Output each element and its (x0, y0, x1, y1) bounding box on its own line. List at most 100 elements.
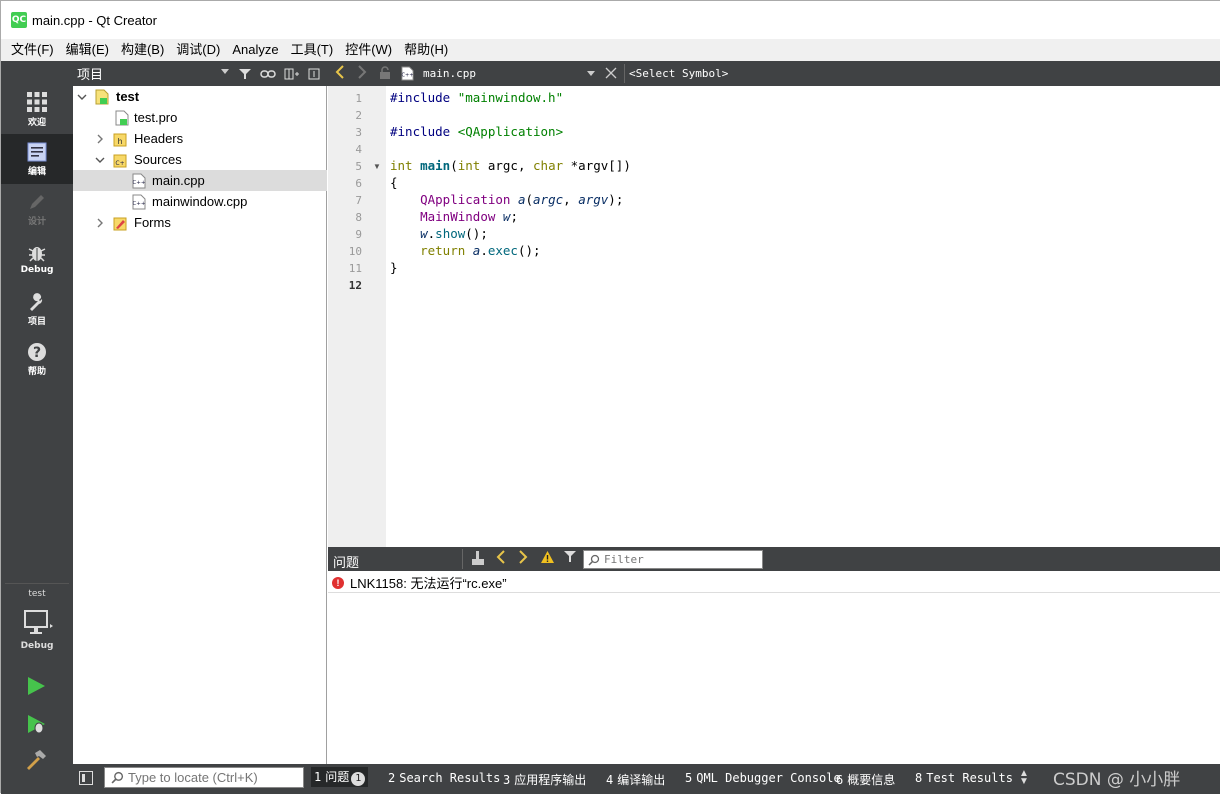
build-button[interactable] (25, 749, 47, 774)
line-number-gutter: 1 2 3 4 5 ▼ 6 7 8 9 10 11 12 (328, 86, 386, 547)
mode-edit[interactable]: 编辑 (1, 134, 73, 184)
line-number: 11 (348, 262, 362, 275)
line-number: 8 (355, 211, 362, 224)
kit-project-name: test (28, 589, 46, 599)
menu-tools[interactable]: 工具(T) (285, 39, 340, 61)
tab-number: 8 (915, 771, 923, 785)
tree-item-label: Sources (134, 152, 182, 167)
tree-item-mainwindow-cpp[interactable]: C++ mainwindow.cpp (73, 191, 327, 212)
error-icon: ! (332, 576, 344, 589)
locator-input[interactable] (128, 770, 298, 785)
line-number: 7 (355, 194, 362, 207)
tree-item-label: test (116, 89, 140, 104)
tree-item-main-cpp[interactable]: C++ main.cpp (73, 170, 327, 191)
menu-analyze[interactable]: Analyze (226, 39, 284, 61)
output-tab-test-results[interactable]: 8 Test Results (915, 771, 1013, 785)
issues-filter-input[interactable] (604, 553, 754, 566)
debug-run-button[interactable] (25, 713, 47, 738)
output-tab-qml-debugger-console[interactable]: 5 QML Debugger Console (685, 771, 841, 785)
code-line-5: int main(int argc, char *argv[]) (390, 158, 631, 173)
header-folder-icon: h (113, 131, 127, 147)
output-tab-search-results[interactable]: 2 Search Results (388, 771, 500, 785)
tree-item-label: Headers (134, 131, 184, 146)
tree-item-forms[interactable]: Forms (73, 212, 327, 233)
wrench-icon (30, 292, 43, 311)
kit-build-config: Debug (20, 641, 54, 651)
menu-file[interactable]: 文件(F) (5, 39, 60, 61)
tree-item-sources[interactable]: C+ Sources (73, 149, 327, 170)
mode-label: 帮助 (27, 366, 46, 377)
menu-build[interactable]: 构建(B) (115, 39, 170, 61)
chevron-right-icon[interactable] (94, 217, 106, 229)
mode-welcome[interactable]: 欢迎 (1, 84, 73, 134)
forward-arrow-icon[interactable] (357, 65, 367, 83)
pro-file-icon (115, 110, 129, 126)
menu-edit[interactable]: 编辑(E) (60, 39, 115, 61)
tab-number: 5 (685, 771, 693, 785)
svg-text:C+: C+ (115, 160, 124, 167)
code-editor[interactable]: #include "mainwindow.h" #include <QAppli… (386, 86, 1220, 547)
symbol-selector[interactable]: <Select Symbol> (629, 67, 728, 80)
output-tab-application-output[interactable]: 3 应用程序输出 (503, 771, 586, 788)
tree-item-test[interactable]: test (73, 86, 327, 107)
mode-debug[interactable]: Debug (1, 234, 73, 284)
line-number: 5 (355, 160, 362, 173)
link-icon[interactable] (259, 65, 277, 82)
mode-projects[interactable]: 项目 (1, 284, 73, 334)
fold-marker-icon[interactable]: ▼ (373, 162, 381, 171)
tab-label: 应用程序输出 (514, 773, 587, 787)
chevron-right-icon[interactable] (94, 133, 106, 145)
source-folder-icon: C+ (113, 152, 127, 168)
previous-item-icon[interactable] (496, 550, 506, 568)
output-tab-compile-output[interactable]: 4 编译输出 (606, 771, 665, 788)
code-line-8: MainWindow w; (420, 209, 518, 224)
tab-number: 1 (314, 770, 322, 784)
chevron-down-icon[interactable] (94, 154, 106, 166)
run-button[interactable] (25, 675, 47, 700)
issues-pane-header: 问题 (328, 547, 1220, 571)
filter-icon[interactable] (563, 550, 577, 568)
tab-number: 6 (836, 773, 844, 787)
back-arrow-icon[interactable] (335, 65, 345, 83)
svg-text:?: ? (33, 345, 41, 361)
more-tabs-icon[interactable]: ▲ ▼ (1019, 769, 1029, 787)
close-document-icon[interactable] (605, 67, 617, 82)
menu-debug[interactable]: 调试(D) (170, 39, 226, 61)
chevron-down-icon[interactable] (221, 69, 229, 74)
split-icon[interactable] (283, 65, 301, 82)
search-icon (588, 554, 600, 566)
mode-design[interactable]: 设计 (1, 184, 73, 234)
output-tab-issues[interactable]: 1 问题 1 (311, 767, 369, 787)
title-bar: QC main.cpp - Qt Creator (1, 1, 1220, 39)
menu-help[interactable]: 帮助(H) (398, 39, 454, 61)
kit-selector[interactable] (23, 609, 53, 640)
open-document-combo[interactable]: main.cpp (423, 67, 476, 80)
project-view-combo[interactable]: 项目 (77, 64, 103, 83)
warning-icon[interactable] (540, 550, 555, 568)
mode-help[interactable]: ? 帮助 (1, 334, 73, 384)
issue-item[interactable]: ! LNK1158: 无法运行“rc.exe” (328, 573, 1220, 593)
close-pane-icon[interactable] (305, 65, 323, 82)
chevron-down-icon[interactable] (587, 71, 595, 76)
issues-filter-field[interactable] (583, 550, 763, 569)
tab-label: 概要信息 (847, 773, 896, 787)
locator-field[interactable] (104, 767, 304, 788)
filter-icon[interactable] (236, 65, 254, 82)
next-item-icon[interactable] (518, 550, 528, 568)
forms-folder-icon (113, 215, 127, 231)
menu-widgets[interactable]: 控件(W) (339, 39, 398, 61)
cpp-file-icon: C++ (401, 66, 414, 84)
qt-creator-app-icon: QC (11, 12, 27, 28)
mode-label: 项目 (27, 316, 46, 327)
toolbar-divider (462, 549, 463, 569)
tree-item-test-pro[interactable]: test.pro (73, 107, 327, 128)
tree-item-label: Forms (134, 215, 171, 230)
toggle-sidebar-icon[interactable] (79, 771, 93, 785)
search-icon (111, 771, 124, 784)
code-line-7: QApplication a(argc, argv); (420, 192, 624, 207)
output-tab-general-messages[interactable]: 6 概要信息 (836, 771, 895, 788)
tree-item-headers[interactable]: h Headers (73, 128, 327, 149)
help-icon: ? (28, 342, 46, 361)
clean-icon[interactable] (471, 550, 485, 570)
chevron-down-icon[interactable] (76, 91, 88, 103)
